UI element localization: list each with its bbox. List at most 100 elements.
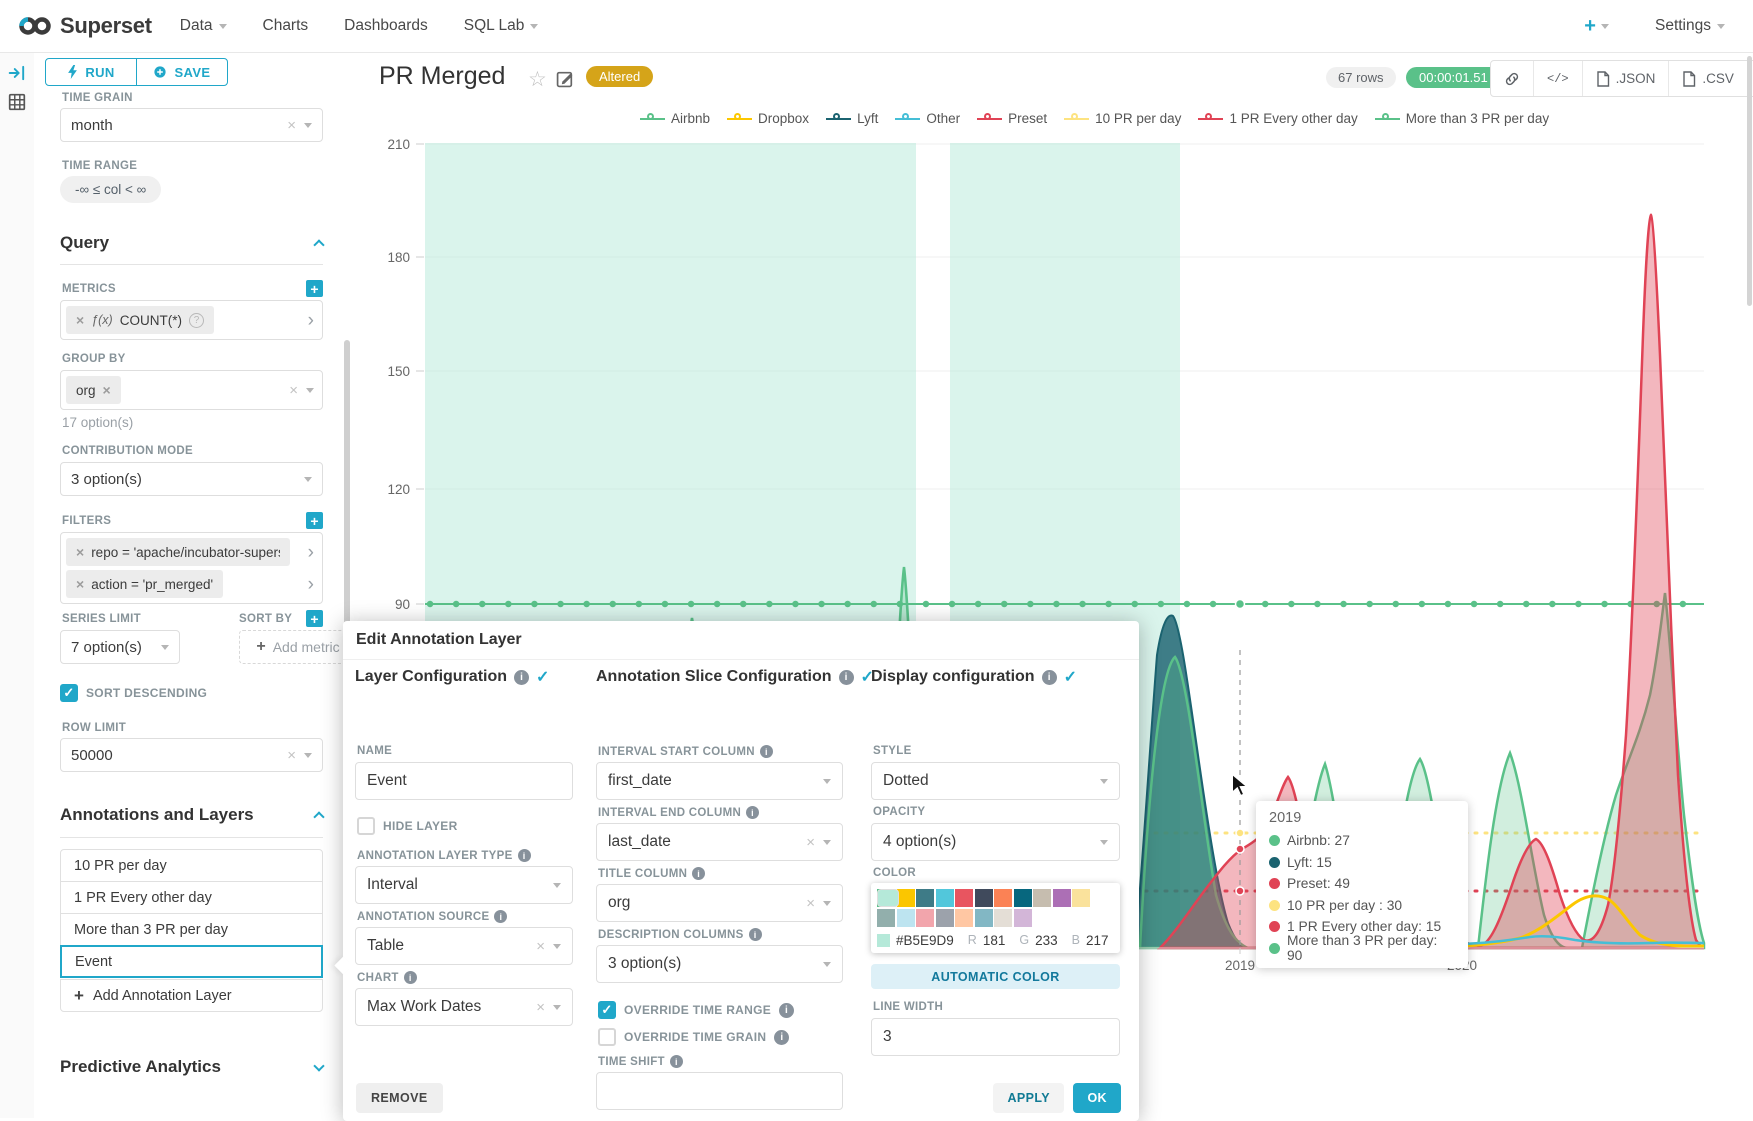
color-swatch[interactable] bbox=[975, 889, 993, 907]
nav-dashboards[interactable]: Dashboards bbox=[344, 17, 428, 35]
new-button[interactable]: + bbox=[1584, 15, 1609, 38]
query-section-header[interactable]: Query bbox=[60, 233, 323, 253]
filter-token[interactable]: × action = 'pr_merged' bbox=[66, 570, 223, 598]
annotation-layer-item-selected[interactable]: Event bbox=[60, 945, 323, 978]
chevron-right-icon[interactable]: › bbox=[308, 311, 314, 330]
g-value[interactable]: 233 bbox=[1035, 933, 1058, 948]
time-shift-input[interactable] bbox=[596, 1072, 843, 1110]
copy-link-button[interactable] bbox=[1491, 61, 1534, 96]
add-filter-button[interactable]: + bbox=[306, 512, 323, 529]
legend-item[interactable]: 1 PR Every other day bbox=[1198, 111, 1357, 126]
page-scrollbar[interactable] bbox=[1747, 56, 1752, 306]
info-icon[interactable] bbox=[404, 971, 417, 984]
color-swatch[interactable] bbox=[1014, 889, 1032, 907]
color-swatch[interactable] bbox=[994, 889, 1012, 907]
color-swatch[interactable] bbox=[936, 909, 954, 927]
apply-button[interactable]: APPLY bbox=[993, 1083, 1064, 1113]
add-sort-metric-button[interactable]: + bbox=[306, 610, 323, 627]
color-swatch[interactable] bbox=[1072, 889, 1090, 907]
edit-icon[interactable] bbox=[556, 69, 575, 88]
ok-button[interactable]: OK bbox=[1073, 1083, 1121, 1113]
row-limit-select[interactable]: 50000 × bbox=[60, 738, 323, 772]
annotation-source-select[interactable]: Table × bbox=[355, 927, 573, 965]
sort-by-add-metric[interactable]: +Add metric bbox=[239, 630, 357, 664]
remove-icon[interactable]: × bbox=[76, 576, 84, 592]
info-icon[interactable] bbox=[774, 1030, 789, 1045]
info-icon[interactable] bbox=[760, 745, 773, 758]
chevron-right-icon[interactable]: › bbox=[308, 575, 314, 594]
legend-item[interactable]: Preset bbox=[977, 111, 1047, 126]
info-icon[interactable] bbox=[494, 910, 507, 923]
legend-item[interactable]: Airbnb bbox=[640, 111, 710, 126]
color-swatch[interactable] bbox=[1053, 889, 1071, 907]
color-swatch[interactable] bbox=[955, 889, 973, 907]
remove-icon[interactable]: × bbox=[76, 544, 84, 560]
color-swatch[interactable] bbox=[877, 909, 895, 927]
name-input[interactable] bbox=[355, 762, 573, 800]
export-json-button[interactable]: .JSON bbox=[1583, 61, 1670, 96]
automatic-color-button[interactable]: AUTOMATIC COLOR bbox=[871, 964, 1120, 989]
color-swatch[interactable] bbox=[936, 889, 954, 907]
interval-end-select[interactable]: last_date × bbox=[596, 823, 843, 861]
info-icon[interactable] bbox=[749, 928, 762, 941]
group-by-token[interactable]: org × bbox=[66, 376, 121, 404]
sort-descending-row[interactable]: ✓ SORT DESCENDING bbox=[60, 684, 207, 702]
altered-badge[interactable]: Altered bbox=[586, 66, 653, 87]
collapse-panel-icon[interactable] bbox=[8, 64, 26, 82]
color-swatch[interactable] bbox=[916, 909, 934, 927]
metrics-control[interactable]: × ƒ(x) COUNT(*) ? › bbox=[60, 300, 323, 340]
color-swatch-selected[interactable] bbox=[877, 889, 899, 907]
group-by-control[interactable]: org × × bbox=[60, 370, 323, 410]
legend-item[interactable]: Other bbox=[895, 111, 960, 126]
nav-sql-lab[interactable]: SQL Lab bbox=[464, 17, 539, 35]
description-columns-select[interactable]: 3 option(s) bbox=[596, 945, 843, 983]
info-icon[interactable] bbox=[514, 670, 529, 685]
remove-icon[interactable]: × bbox=[76, 312, 84, 328]
run-button[interactable]: RUN bbox=[46, 59, 137, 85]
metric-token[interactable]: × ƒ(x) COUNT(*) ? bbox=[66, 306, 214, 334]
checkbox-unchecked-icon[interactable] bbox=[598, 1028, 616, 1046]
datasource-grid-icon[interactable] bbox=[8, 93, 26, 111]
clear-icon[interactable]: × bbox=[289, 382, 298, 399]
annotation-layer-item[interactable]: More than 3 PR per day bbox=[60, 913, 323, 946]
time-grain-select[interactable]: month × bbox=[60, 108, 323, 142]
color-swatch[interactable] bbox=[975, 909, 993, 927]
clear-icon[interactable]: × bbox=[806, 834, 815, 851]
r-value[interactable]: 181 bbox=[983, 933, 1006, 948]
settings-menu[interactable]: Settings bbox=[1655, 17, 1725, 35]
info-icon[interactable] bbox=[692, 867, 705, 880]
chevron-right-icon[interactable]: › bbox=[308, 543, 314, 562]
info-icon[interactable] bbox=[779, 1003, 794, 1018]
clear-icon[interactable]: × bbox=[806, 895, 815, 912]
line-width-input[interactable] bbox=[871, 1018, 1120, 1056]
filter-token[interactable]: × repo = 'apache/incubator-supers... bbox=[66, 538, 290, 566]
contribution-mode-select[interactable]: 3 option(s) bbox=[60, 462, 323, 496]
style-select[interactable]: Dotted bbox=[871, 762, 1120, 800]
predictive-section-header[interactable]: Predictive Analytics bbox=[60, 1057, 323, 1077]
hex-value[interactable]: #B5E9D9 bbox=[896, 933, 954, 948]
legend-item[interactable]: 10 PR per day bbox=[1064, 111, 1181, 126]
clear-icon[interactable]: × bbox=[536, 999, 545, 1016]
export-csv-button[interactable]: .CSV bbox=[1669, 61, 1748, 96]
remove-icon[interactable]: × bbox=[103, 382, 111, 398]
annotation-layer-type-select[interactable]: Interval bbox=[355, 866, 573, 904]
color-swatch[interactable] bbox=[897, 909, 915, 927]
color-swatch[interactable] bbox=[1033, 889, 1051, 907]
info-icon[interactable] bbox=[670, 1055, 683, 1068]
legend-item[interactable]: More than 3 PR per day bbox=[1375, 111, 1549, 126]
info-icon[interactable] bbox=[746, 806, 759, 819]
info-icon[interactable] bbox=[1042, 670, 1057, 685]
superset-logo[interactable]: Superset bbox=[18, 13, 152, 39]
legend-item[interactable]: Lyft bbox=[826, 111, 878, 126]
annotation-layer-item[interactable]: 1 PR Every other day bbox=[60, 881, 323, 914]
checkbox-checked-icon[interactable]: ✓ bbox=[60, 684, 78, 702]
checkbox-unchecked-icon[interactable] bbox=[357, 817, 375, 835]
color-swatch[interactable] bbox=[916, 889, 934, 907]
info-icon[interactable] bbox=[839, 670, 854, 685]
clear-icon[interactable]: × bbox=[536, 938, 545, 955]
add-metric-button[interactable]: + bbox=[306, 280, 323, 297]
title-column-select[interactable]: org × bbox=[596, 884, 843, 922]
legend-item[interactable]: Dropbox bbox=[727, 111, 809, 126]
info-icon[interactable] bbox=[518, 849, 531, 862]
b-value[interactable]: 217 bbox=[1086, 933, 1109, 948]
